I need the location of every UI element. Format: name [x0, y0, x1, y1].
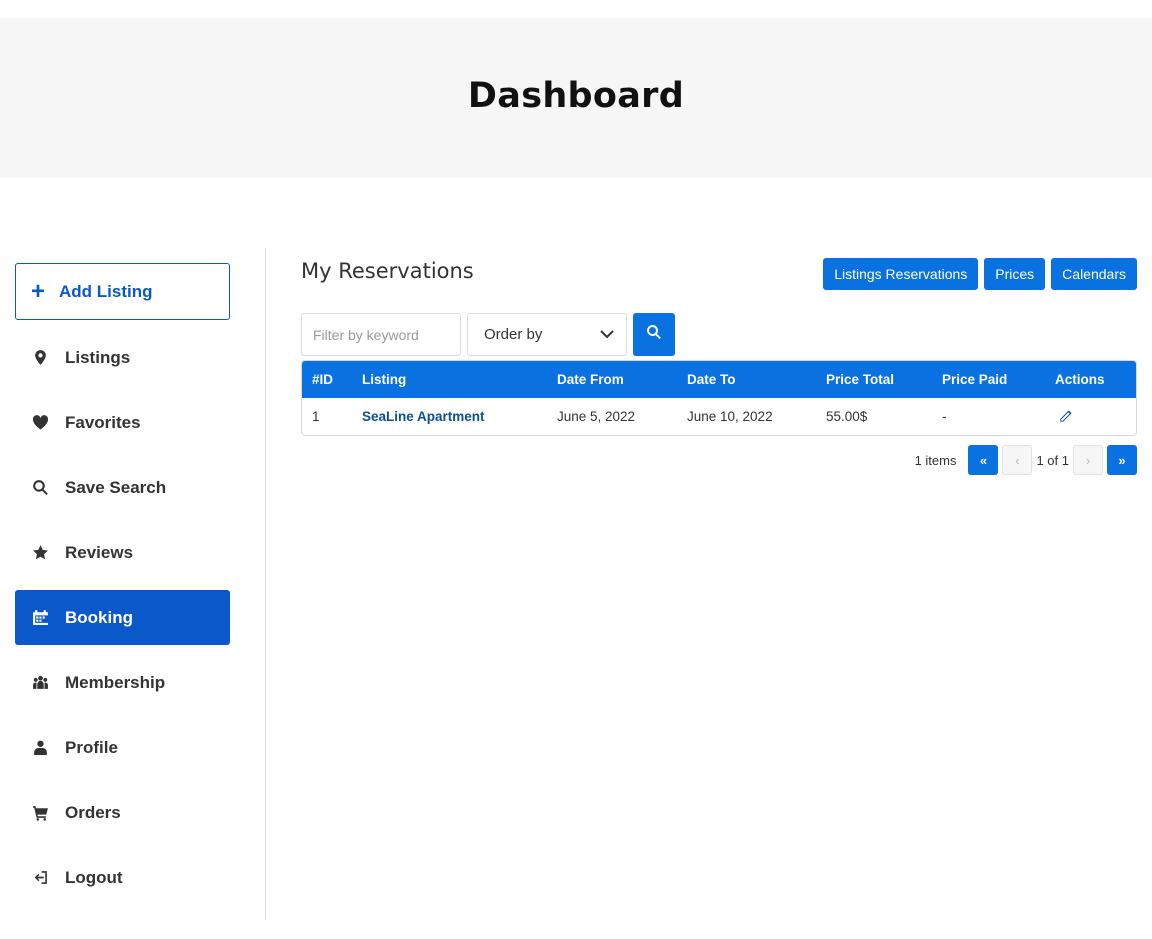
column-header-id: #ID	[312, 372, 334, 387]
listings-reservations-button[interactable]: Listings Reservations	[823, 258, 979, 290]
page-header: Dashboard	[0, 18, 1152, 178]
edit-icon[interactable]	[1055, 398, 1073, 435]
section-title: My Reservations	[301, 259, 474, 283]
sidebar-item-orders[interactable]: Orders	[15, 785, 230, 840]
cell-id: 1	[312, 409, 320, 424]
star-icon	[31, 544, 49, 562]
table-header: #ID Listing Date From Date To Price Tota…	[302, 361, 1136, 398]
sidebar-item-label: Reviews	[65, 542, 134, 562]
column-header-date-from: Date From	[557, 372, 624, 387]
next-page-button[interactable]: ›	[1073, 445, 1103, 475]
table-row: 1 SeaLine Apartment June 5, 2022 June 10…	[302, 398, 1136, 435]
order-by-value: Order by	[484, 326, 543, 343]
column-header-price-total: Price Total	[826, 372, 895, 387]
top-button-group: Listings Reservations Prices Calendars	[823, 258, 1137, 290]
map-pin-icon	[31, 349, 49, 367]
items-count: 1 items	[914, 452, 957, 468]
sidebar-divider	[265, 248, 266, 920]
column-header-listing: Listing	[362, 372, 407, 387]
sidebar-item-label: Membership	[65, 672, 166, 692]
cell-listing-link[interactable]: SeaLine Apartment	[362, 398, 485, 435]
pagination: 1 items « ‹ 1 of 1 › »	[915, 445, 1137, 475]
user-icon	[31, 739, 49, 757]
sidebar-item-logout[interactable]: Logout	[15, 850, 230, 905]
prices-button[interactable]: Prices	[984, 258, 1046, 290]
sidebar-item-save-search[interactable]: Save Search	[15, 460, 230, 515]
calendar-icon	[31, 609, 49, 627]
sidebar-item-label: Booking	[65, 607, 133, 627]
sidebar-item-label: Save Search	[65, 477, 167, 497]
search-icon	[646, 324, 662, 345]
sidebar-item-label: Favorites	[65, 412, 141, 432]
users-icon	[31, 674, 49, 692]
cell-price-paid: -	[942, 409, 947, 424]
keyword-filter-input[interactable]: Filter by keyword	[301, 313, 461, 356]
add-listing-label: Add Listing	[59, 281, 153, 301]
page-indicator: 1 of 1	[1036, 452, 1069, 468]
last-page-button[interactable]: »	[1107, 445, 1137, 475]
filter-bar: Filter by keyword Order by	[301, 313, 675, 356]
sidebar-item-favorites[interactable]: Favorites	[15, 395, 230, 450]
plus-icon: +	[31, 277, 46, 305]
reservations-table: #ID Listing Date From Date To Price Tota…	[301, 360, 1137, 436]
cell-price-total: 55.00$	[826, 409, 868, 424]
column-header-price-paid: Price Paid	[942, 372, 1008, 387]
cart-icon	[31, 804, 49, 822]
sidebar-item-profile[interactable]: Profile	[15, 720, 230, 775]
sidebar-item-listings[interactable]: Listings	[15, 330, 230, 385]
heart-icon	[31, 414, 49, 432]
sidebar-item-label: Logout	[65, 867, 123, 887]
column-header-date-to: Date To	[687, 372, 736, 387]
sidebar-item-label: Profile	[65, 737, 118, 757]
calendars-button[interactable]: Calendars	[1051, 258, 1137, 290]
cell-date-from: June 5, 2022	[557, 409, 636, 424]
column-header-actions: Actions	[1055, 372, 1105, 387]
sidebar-item-label: Orders	[65, 802, 121, 822]
sidebar-item-booking[interactable]: Booking	[15, 590, 230, 645]
logout-icon	[31, 869, 49, 887]
sidebar-item-label: Listings	[65, 347, 131, 367]
search-button[interactable]	[633, 313, 675, 356]
add-listing-button[interactable]: + Add Listing	[15, 263, 230, 320]
chevron-down-icon	[600, 326, 614, 343]
sidebar-item-membership[interactable]: Membership	[15, 655, 230, 710]
page-title: Dashboard	[467, 76, 685, 116]
prev-page-button[interactable]: ‹	[1002, 445, 1033, 475]
first-page-button[interactable]: «	[968, 445, 999, 475]
sidebar-item-reviews[interactable]: Reviews	[15, 525, 230, 580]
order-by-select[interactable]: Order by	[467, 313, 627, 356]
cell-date-to: June 10, 2022	[687, 409, 773, 424]
search-icon	[31, 479, 49, 497]
